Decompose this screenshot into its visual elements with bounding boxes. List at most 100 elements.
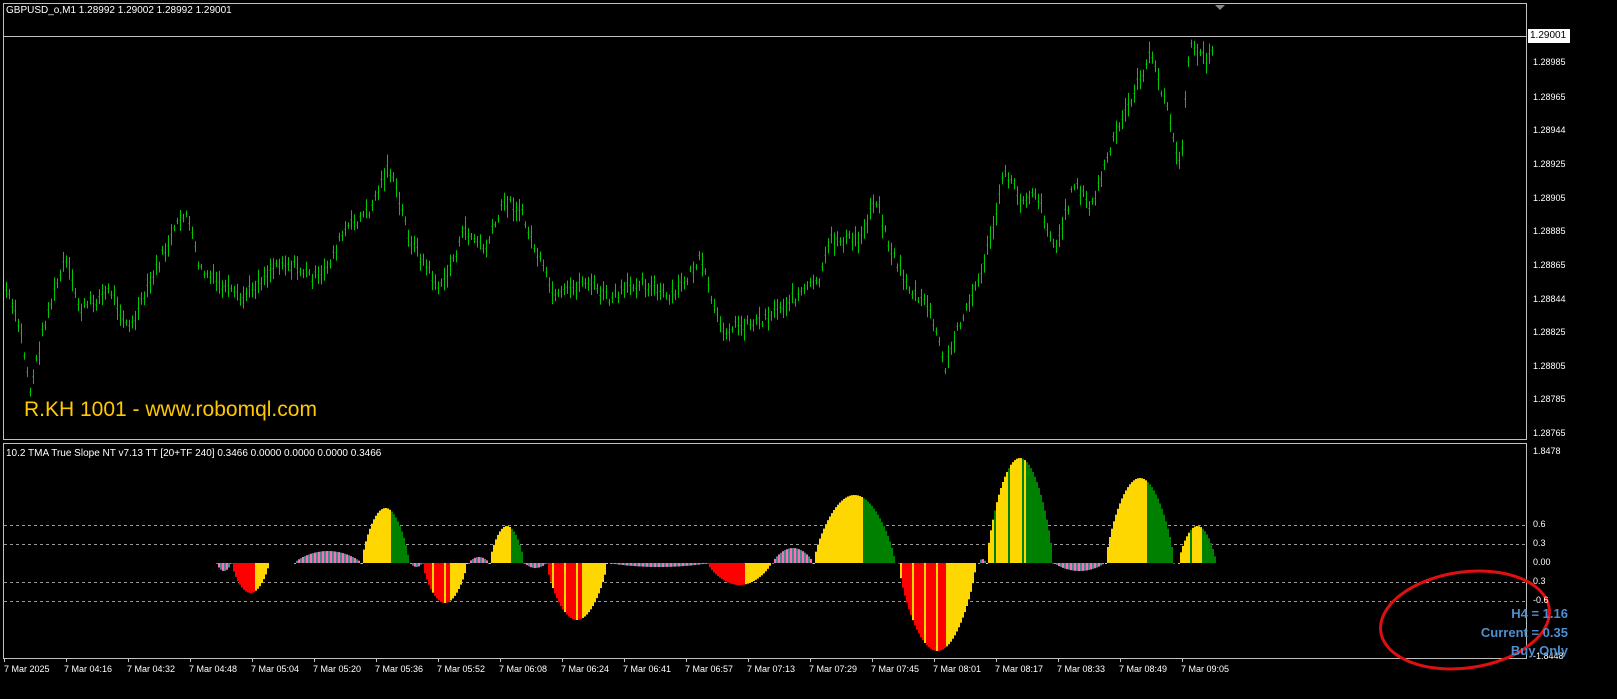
histogram-bar	[602, 563, 604, 582]
histogram-bar	[1115, 514, 1117, 563]
histogram-bar	[1208, 538, 1210, 563]
histogram-bar	[970, 563, 972, 592]
histogram-bar	[1092, 563, 1094, 569]
histogram-bar	[405, 545, 407, 563]
histogram-bar	[401, 531, 403, 563]
histogram-bar	[833, 510, 835, 563]
histogram-bar	[794, 548, 796, 563]
chart-canvas[interactable]	[0, 0, 1617, 699]
histogram-bar	[966, 563, 968, 606]
histogram-bar	[1030, 468, 1032, 563]
histogram-bar	[825, 524, 827, 563]
histogram-bar	[960, 563, 962, 623]
info-current: Current = 0.35	[1480, 625, 1568, 640]
histogram-bar	[612, 563, 614, 564]
histogram-bar	[511, 528, 513, 563]
histogram-bar	[440, 563, 442, 602]
histogram-bar	[588, 563, 590, 613]
histogram-bar	[875, 511, 877, 563]
histogram-bar	[982, 559, 984, 563]
chart-shift-marker[interactable]	[1215, 5, 1225, 10]
time-label: 7 Mar 04:48	[189, 664, 238, 674]
histogram-bar	[574, 563, 576, 620]
histogram-bar	[893, 556, 895, 563]
histogram-bar	[1163, 514, 1165, 563]
histogram-bar	[968, 563, 970, 600]
histogram-bar	[626, 563, 628, 566]
histogram-bar	[521, 551, 523, 563]
histogram-bar	[652, 563, 654, 567]
histogram-bar	[578, 563, 580, 620]
histogram-bar	[873, 508, 875, 563]
histogram-bar	[464, 563, 466, 574]
indicator-axis-label: 0.6	[1533, 519, 1546, 529]
histogram-bar	[519, 544, 521, 563]
histogram-bar	[381, 509, 383, 563]
histogram-bar	[735, 563, 737, 585]
histogram-bar	[468, 563, 470, 564]
time-label: 7 Mar 07:45	[871, 664, 920, 674]
time-label: 7 Mar 06:24	[561, 664, 610, 674]
histogram-bar	[436, 563, 438, 599]
histogram-bar	[478, 557, 480, 563]
histogram-bar	[1165, 521, 1167, 563]
histogram-bar	[604, 563, 606, 575]
indicator-axis-label: -0.6	[1533, 595, 1549, 605]
histogram-bar	[1161, 508, 1163, 563]
histogram-bar	[1107, 547, 1109, 563]
histogram-bar	[1026, 462, 1028, 563]
histogram-bar	[513, 531, 515, 563]
histogram-bar	[666, 563, 668, 567]
histogram-bar	[879, 518, 881, 563]
histogram-bar	[1123, 494, 1125, 563]
histogram-bar	[1105, 563, 1107, 564]
histogram-bar	[1024, 460, 1026, 563]
histogram-bar	[259, 563, 261, 587]
histogram-bar	[1094, 563, 1096, 569]
histogram-bar	[859, 496, 861, 563]
histogram-bar	[847, 496, 849, 563]
histogram-bar	[416, 563, 418, 567]
price-label: 1.28765	[1533, 428, 1566, 438]
time-label: 7 Mar 08:49	[1119, 664, 1168, 674]
histogram-bar	[247, 563, 249, 593]
histogram-bar	[686, 563, 688, 566]
histogram-bar	[711, 563, 713, 571]
histogram-bar	[861, 497, 863, 563]
histogram-bar	[984, 560, 986, 563]
histogram-bar	[700, 563, 702, 565]
histogram-bar	[871, 505, 873, 563]
histogram-bar	[867, 501, 869, 563]
time-label: 7 Mar 04:32	[127, 664, 176, 674]
histogram-bar	[690, 563, 692, 566]
histogram-bar	[1058, 563, 1060, 567]
histogram-bar	[426, 563, 428, 580]
histogram-bar	[432, 563, 434, 593]
histogram-bar	[294, 563, 296, 564]
histogram-bar	[505, 526, 507, 563]
histogram-bar	[393, 514, 395, 563]
histogram-bar	[1062, 563, 1064, 568]
histogram-bar	[530, 563, 532, 568]
histogram-bar	[1184, 540, 1186, 563]
histogram-bar	[755, 563, 757, 580]
histogram-bar	[998, 494, 1000, 563]
histogram-bar	[1070, 563, 1072, 571]
histogram-bar	[1080, 563, 1082, 571]
histogram-bar	[526, 563, 528, 566]
histogram-bar	[796, 548, 798, 563]
histogram-bar	[304, 556, 306, 563]
histogram-bar	[1111, 528, 1113, 563]
histogram-bar	[831, 513, 833, 563]
histogram-bar	[936, 563, 938, 651]
histogram-bar	[1202, 528, 1204, 563]
histogram-bar	[900, 563, 902, 579]
histogram-bar	[668, 563, 670, 567]
time-label: 7 Mar 04:16	[64, 664, 113, 674]
histogram-bar	[1028, 464, 1030, 563]
histogram-bar	[1040, 494, 1042, 563]
histogram-bar	[930, 563, 932, 649]
histogram-bar	[829, 516, 831, 563]
histogram-bar	[1141, 478, 1143, 563]
histogram-bar	[956, 563, 958, 632]
